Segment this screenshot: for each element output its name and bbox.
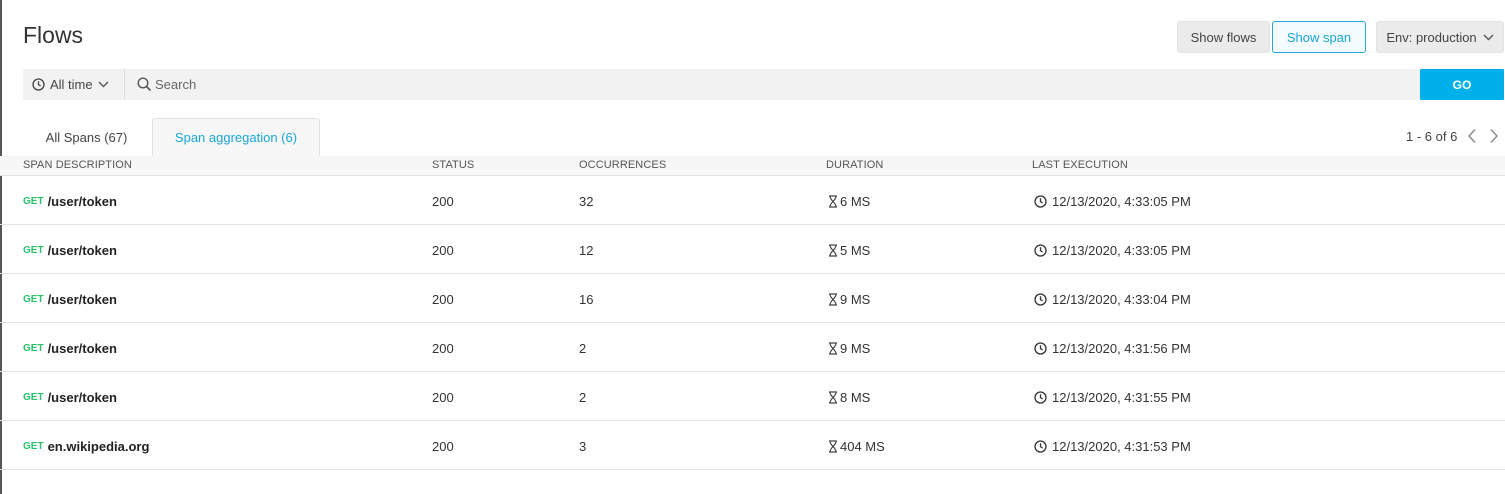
table-row[interactable]: GET /user/token 200 2 9 MS 12/13/2020, 4…	[0, 323, 1505, 372]
duration-cell: 8 MS	[828, 390, 870, 405]
status-cell: 200	[432, 194, 454, 209]
span-description-cell: GET /user/token	[23, 341, 117, 356]
http-method-badge: GET	[23, 343, 44, 354]
table-row[interactable]: GET /user/token 200 32 6 MS 12/13/2020, …	[0, 176, 1505, 225]
last-execution-cell: 12/13/2020, 4:33:05 PM	[1034, 243, 1191, 258]
time-filter-label: All time	[50, 77, 93, 92]
http-method-badge: GET	[23, 196, 44, 207]
status-cell: 200	[432, 390, 454, 405]
duration-cell: 9 MS	[828, 292, 870, 307]
span-description: /user/token	[47, 243, 117, 258]
hourglass-icon	[828, 195, 838, 208]
duration-cell: 404 MS	[828, 439, 885, 454]
column-header-duration[interactable]: DURATION	[826, 159, 883, 171]
span-description: /user/token	[47, 341, 117, 356]
duration-value: 404 MS	[840, 439, 885, 454]
column-header-occurrences[interactable]: OCCURRENCES	[579, 159, 666, 171]
http-method-badge: GET	[23, 245, 44, 256]
last-execution-value: 12/13/2020, 4:33:04 PM	[1052, 292, 1191, 307]
duration-cell: 9 MS	[828, 341, 870, 356]
tab-all-spans[interactable]: All Spans (67)	[23, 118, 150, 156]
table-row[interactable]: GET /user/token 200 16 9 MS 12/13/2020, …	[0, 274, 1505, 323]
env-dropdown[interactable]: Env: production	[1376, 21, 1504, 53]
status-cell: 200	[432, 439, 454, 454]
chevron-left-icon[interactable]	[1467, 128, 1477, 144]
chevron-down-icon	[1483, 34, 1494, 41]
occurrences-cell: 3	[579, 439, 587, 454]
clock-icon	[32, 78, 45, 91]
occurrences-cell: 12	[579, 243, 594, 258]
show-span-button[interactable]: Show span	[1272, 21, 1366, 53]
pagination-info: 1 - 6 of 6	[1406, 129, 1458, 144]
duration-value: 9 MS	[840, 341, 871, 356]
clock-icon	[1034, 440, 1047, 453]
table-row[interactable]: GET /user/token 200 12 5 MS 12/13/2020, …	[0, 225, 1505, 274]
occurrences-cell: 2	[579, 390, 587, 405]
hourglass-icon	[828, 244, 838, 257]
status-cell: 200	[432, 292, 454, 307]
span-description: /user/token	[47, 194, 117, 209]
status-cell: 200	[432, 341, 454, 356]
last-execution-cell: 12/13/2020, 4:31:55 PM	[1034, 390, 1191, 405]
duration-value: 8 MS	[840, 390, 871, 405]
occurrences-cell: 16	[579, 292, 594, 307]
table-row[interactable]: GET /user/token 200 2 8 MS 12/13/2020, 4…	[0, 372, 1505, 421]
span-description: /user/token	[47, 292, 117, 307]
table-row[interactable]: GET en.wikipedia.org 200 3 404 MS 12/13/…	[0, 421, 1505, 470]
last-execution-value: 12/13/2020, 4:33:05 PM	[1052, 243, 1191, 258]
tab-span-aggregation[interactable]: Span aggregation (6)	[152, 118, 320, 156]
span-description-cell: GET /user/token	[23, 390, 117, 405]
column-header-span-description[interactable]: SPAN DESCRIPTION	[23, 159, 132, 171]
hourglass-icon	[828, 440, 838, 453]
table-header: SPAN DESCRIPTION STATUS OCCURRENCES DURA…	[0, 156, 1505, 176]
chevron-right-icon[interactable]	[1489, 128, 1499, 144]
chevron-down-icon	[98, 81, 109, 88]
span-description-cell: GET /user/token	[23, 292, 117, 307]
span-description-cell: GET /user/token	[23, 194, 117, 209]
page-title: Flows	[23, 22, 84, 48]
hourglass-icon	[828, 342, 838, 355]
show-flows-button[interactable]: Show flows	[1177, 21, 1270, 53]
column-header-status[interactable]: STATUS	[432, 159, 474, 171]
search-icon	[137, 77, 152, 92]
last-execution-value: 12/13/2020, 4:31:56 PM	[1052, 341, 1191, 356]
flows-page: Flows Show flows Show span Env: producti…	[0, 0, 1505, 494]
occurrences-cell: 32	[579, 194, 594, 209]
status-cell: 200	[432, 243, 454, 258]
search-input[interactable]	[155, 73, 1355, 96]
clock-icon	[1034, 244, 1047, 257]
span-description-cell: GET /user/token	[23, 243, 117, 258]
last-execution-value: 12/13/2020, 4:33:05 PM	[1052, 194, 1191, 209]
clock-icon	[1034, 195, 1047, 208]
clock-icon	[1034, 342, 1047, 355]
duration-cell: 5 MS	[828, 243, 870, 258]
http-method-badge: GET	[23, 441, 44, 452]
duration-value: 9 MS	[840, 292, 871, 307]
span-description-cell: GET en.wikipedia.org	[23, 439, 149, 454]
duration-cell: 6 MS	[828, 194, 870, 209]
last-execution-cell: 12/13/2020, 4:33:05 PM	[1034, 194, 1191, 209]
hourglass-icon	[828, 391, 838, 404]
last-execution-value: 12/13/2020, 4:31:55 PM	[1052, 390, 1191, 405]
clock-icon	[1034, 293, 1047, 306]
occurrences-cell: 2	[579, 341, 587, 356]
hourglass-icon	[828, 293, 838, 306]
last-execution-cell: 12/13/2020, 4:31:53 PM	[1034, 439, 1191, 454]
go-button[interactable]: GO	[1420, 69, 1504, 100]
column-header-last-execution[interactable]: LAST EXECUTION	[1032, 159, 1128, 171]
http-method-badge: GET	[23, 294, 44, 305]
http-method-badge: GET	[23, 392, 44, 403]
last-execution-cell: 12/13/2020, 4:31:56 PM	[1034, 341, 1191, 356]
env-dropdown-label: Env: production	[1386, 29, 1477, 45]
span-description: /user/token	[47, 390, 117, 405]
span-description: en.wikipedia.org	[47, 439, 150, 454]
last-execution-cell: 12/13/2020, 4:33:04 PM	[1034, 292, 1191, 307]
duration-value: 5 MS	[840, 243, 871, 258]
search-bar: All time	[23, 69, 1420, 100]
time-filter-dropdown[interactable]: All time	[23, 69, 125, 100]
duration-value: 6 MS	[840, 194, 871, 209]
clock-icon	[1034, 391, 1047, 404]
last-execution-value: 12/13/2020, 4:31:53 PM	[1052, 439, 1191, 454]
